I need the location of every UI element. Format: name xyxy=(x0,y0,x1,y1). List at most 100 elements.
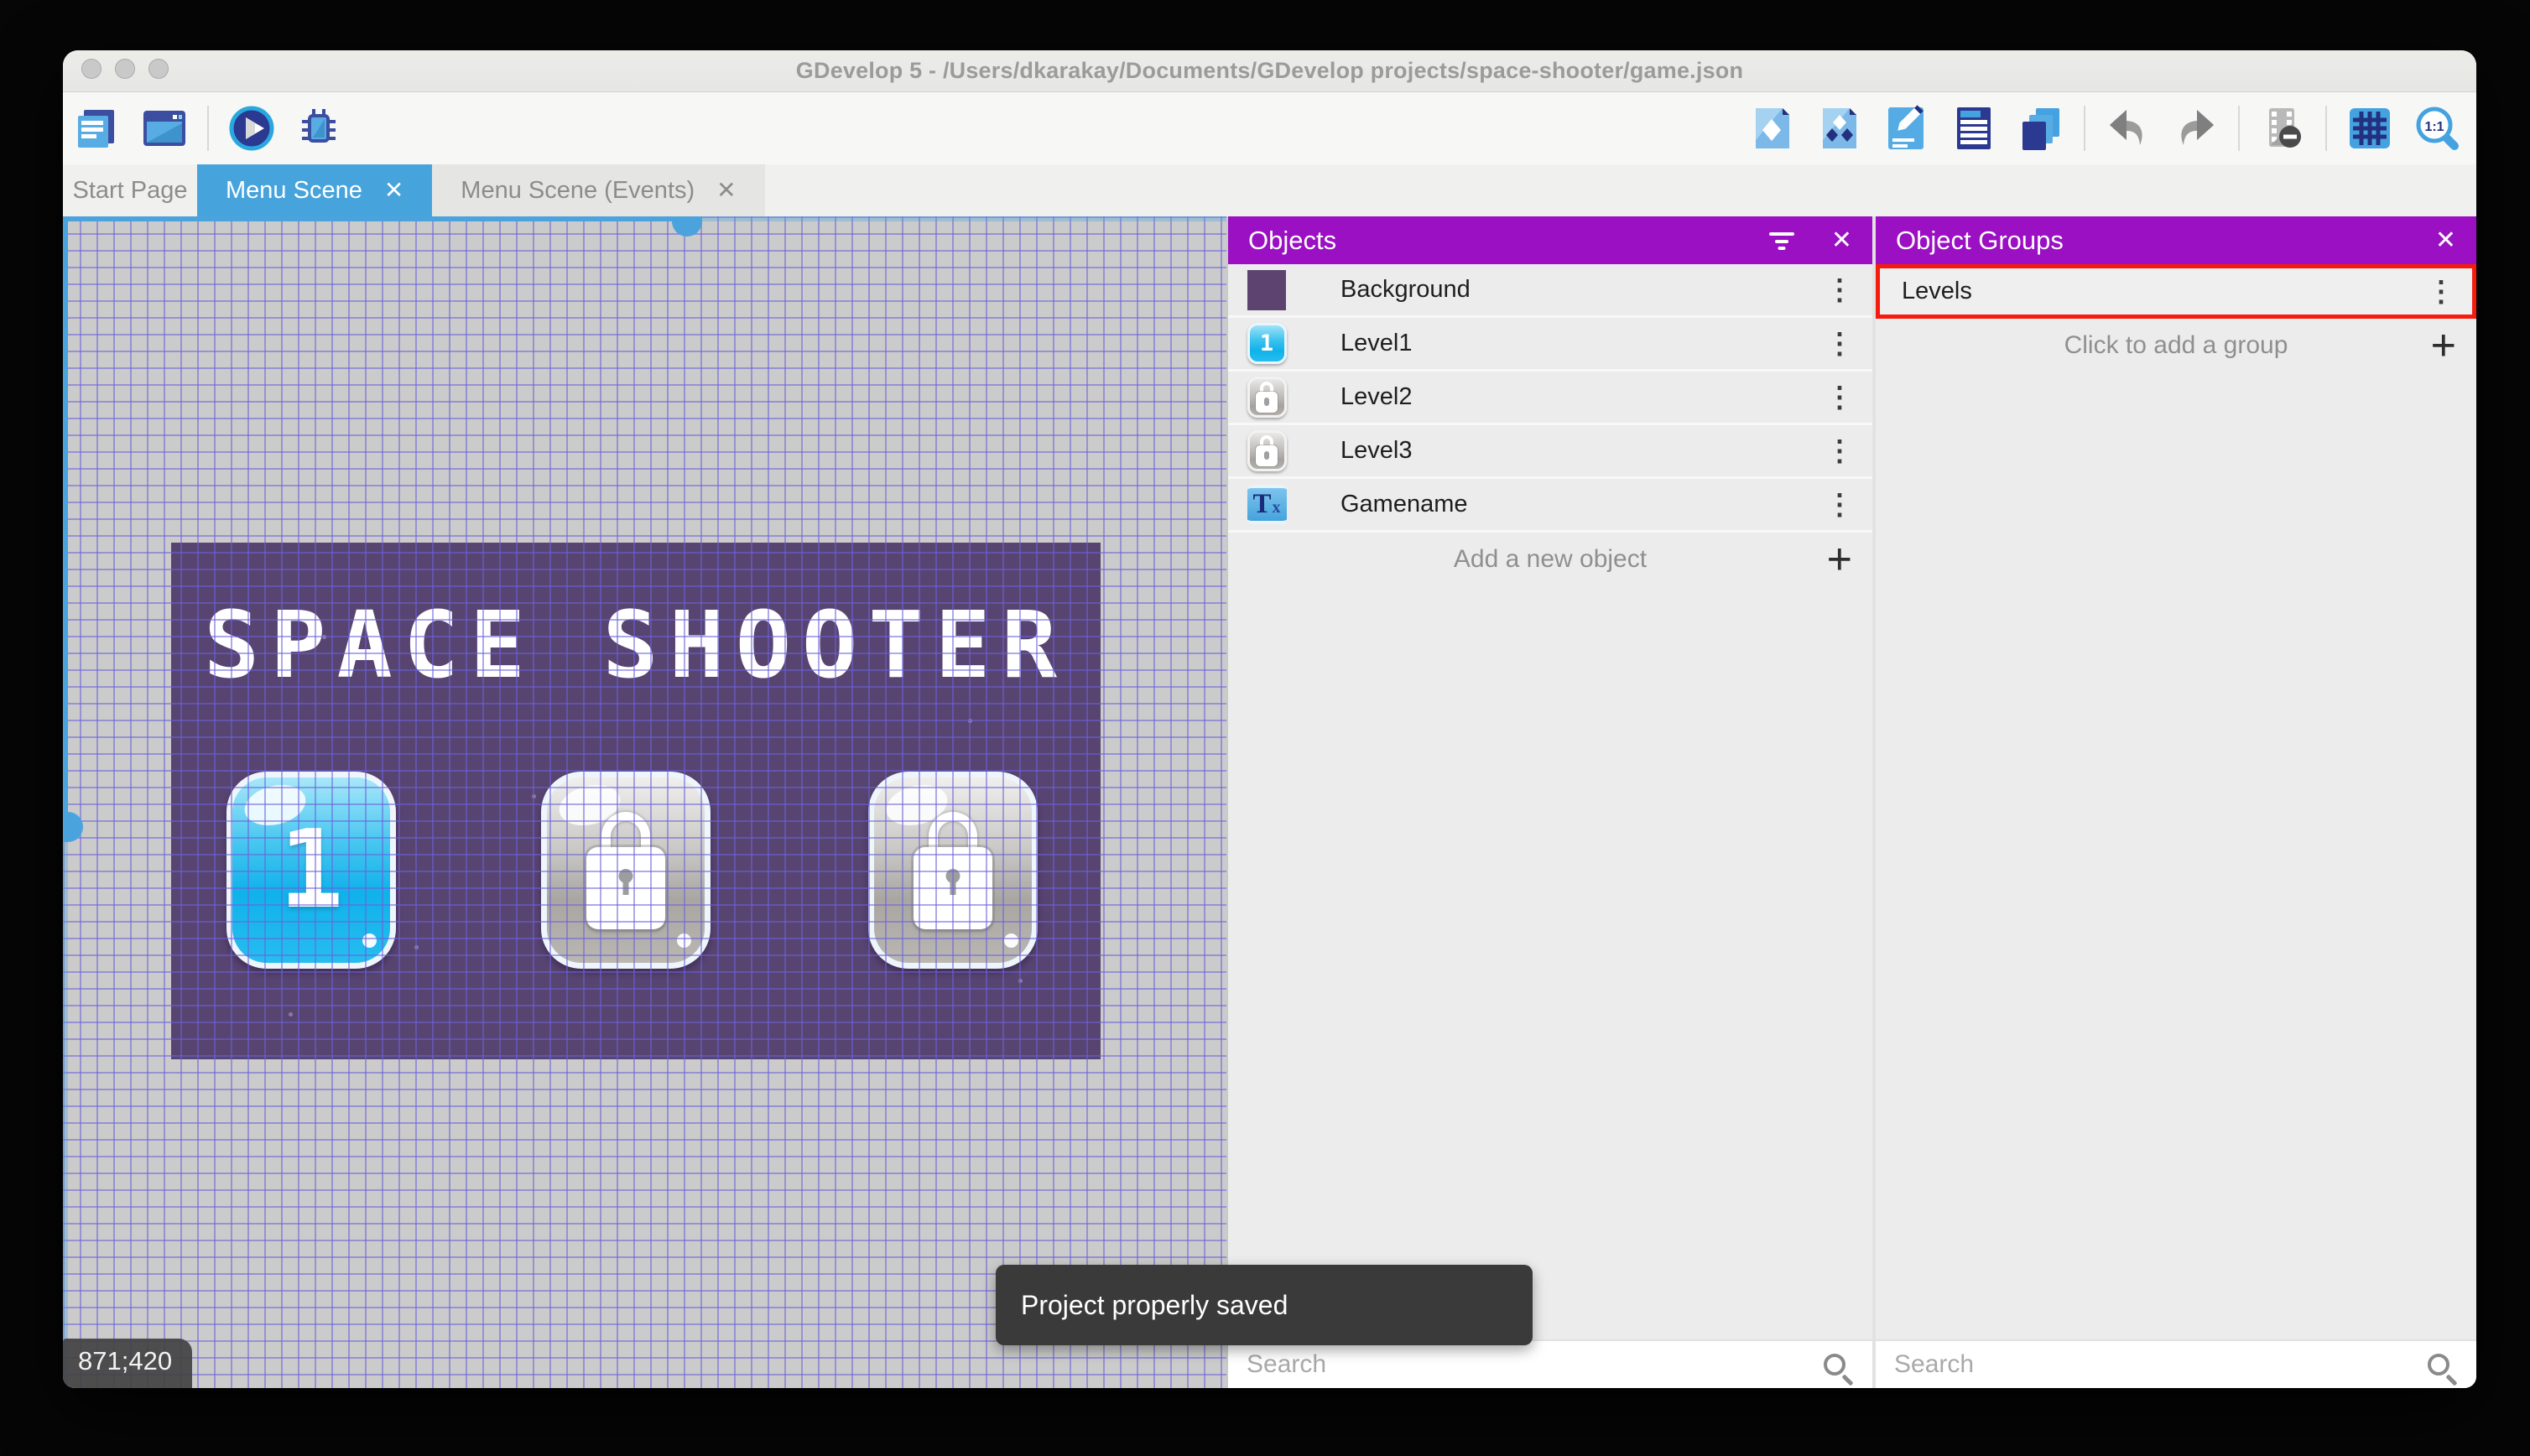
object-label: Level1 xyxy=(1340,330,1413,356)
gloss-dot xyxy=(677,933,691,948)
object-groups-panel: Object Groups ✕ Levels ⋮ Click to add a … xyxy=(1876,216,2476,1388)
search-icon xyxy=(1824,1354,1845,1375)
kebab-menu-icon[interactable]: ⋮ xyxy=(2427,275,2455,309)
cursor-coordinates: 871;420 xyxy=(63,1339,193,1388)
project-manager-icon[interactable] xyxy=(73,104,122,153)
tab-start-page[interactable]: Start Page xyxy=(63,164,197,216)
undo-icon[interactable] xyxy=(2104,104,2153,153)
scene-stars xyxy=(171,543,175,547)
zoom-1-1-label: 1:1 xyxy=(2424,120,2444,134)
object-row-level3[interactable]: Level3 ⋮ xyxy=(1228,425,1872,479)
objects-search-input[interactable] xyxy=(1247,1350,1824,1379)
groups-search-bar xyxy=(1876,1339,2476,1388)
object-groups-panel-title: Object Groups xyxy=(1896,225,2064,255)
toolbar-separator xyxy=(2084,106,2085,151)
object-row-level1[interactable]: 1 Level1 ⋮ xyxy=(1228,318,1872,372)
object-groups-editor-icon[interactable] xyxy=(1815,104,1864,153)
add-object-label: Add a new object xyxy=(1453,545,1648,573)
level1-button-instance[interactable]: 1 xyxy=(226,772,396,969)
objects-panel-empty-area xyxy=(1228,586,1872,1339)
grid-icon[interactable] xyxy=(2345,104,2394,153)
horizontal-scrollbar[interactable] xyxy=(63,216,686,221)
toolbar-left xyxy=(73,104,343,153)
window-title: GDevelop 5 - /Users/dkarakay/Documents/G… xyxy=(795,58,1744,83)
level3-button-instance[interactable] xyxy=(868,772,1038,969)
redo-icon[interactable] xyxy=(2171,104,2220,153)
zoom-window-button[interactable] xyxy=(148,59,169,79)
close-icon[interactable]: ✕ xyxy=(384,179,403,202)
level3-thumbnail xyxy=(1247,430,1287,471)
kebab-menu-icon[interactable]: ⋮ xyxy=(1825,327,1854,361)
objects-search-bar xyxy=(1228,1339,1872,1388)
background-thumbnail xyxy=(1247,269,1287,310)
tab-label: Start Page xyxy=(72,176,188,204)
toolbar-separator xyxy=(2238,106,2240,151)
group-row-levels-highlighted[interactable]: Levels ⋮ xyxy=(1876,264,2476,319)
tab-menu-scene[interactable]: Menu Scene ✕ xyxy=(197,164,433,216)
filmstrip-minus-icon[interactable] xyxy=(2258,104,2307,153)
object-label: Background xyxy=(1340,276,1471,303)
debug-bug-icon[interactable] xyxy=(294,104,343,153)
kebab-menu-icon[interactable]: ⋮ xyxy=(1825,381,1854,414)
scene-editor-canvas[interactable]: SPACE SHOOTER 1 871;420 xyxy=(63,216,1226,1388)
groups-search-input[interactable] xyxy=(1894,1350,2428,1379)
gloss-dot xyxy=(362,933,377,948)
scene-window-icon[interactable] xyxy=(140,104,189,153)
close-icon[interactable]: ✕ xyxy=(1831,227,1852,253)
toolbar: 1:1 xyxy=(63,92,2476,164)
tab-label: Menu Scene (Events) xyxy=(461,176,695,204)
horizontal-scrollbar-track[interactable] xyxy=(686,216,1226,221)
toast-message: Project properly saved xyxy=(1021,1289,1288,1320)
play-preview-icon[interactable] xyxy=(227,104,276,153)
toolbar-separator xyxy=(2325,106,2327,151)
object-label: Gamename xyxy=(1340,491,1468,517)
gdevelop-window: GDevelop 5 - /Users/dkarakay/Documents/G… xyxy=(63,50,2476,1388)
zoom-1-1-icon[interactable]: 1:1 xyxy=(2413,104,2461,153)
vertical-scrollbar-track[interactable] xyxy=(63,826,68,1388)
object-groups-panel-header: Object Groups ✕ xyxy=(1876,216,2476,264)
level2-button-instance[interactable] xyxy=(541,772,711,969)
object-row-level2[interactable]: Level2 ⋮ xyxy=(1228,372,1872,425)
groups-panel-empty-area xyxy=(1876,372,2476,1339)
properties-pencil-icon[interactable] xyxy=(1882,104,1931,153)
gamename-thumbnail: Tx xyxy=(1247,485,1287,525)
group-label: Levels xyxy=(1902,278,1972,304)
minimize-window-button[interactable] xyxy=(115,59,135,79)
horizontal-scrollbar-thumb[interactable] xyxy=(672,216,702,237)
close-window-button[interactable] xyxy=(81,59,102,79)
object-row-gamename[interactable]: Tx Gamename ⋮ xyxy=(1228,479,1872,533)
save-toast: Project properly saved xyxy=(996,1265,1533,1345)
objects-panel-header: Objects ✕ xyxy=(1228,216,1872,264)
toolbar-right: 1:1 xyxy=(1748,104,2461,153)
objects-editor-icon[interactable] xyxy=(1748,104,1797,153)
toolbar-separator xyxy=(207,106,209,151)
gloss-dot xyxy=(1004,933,1018,948)
scene-title-text[interactable]: SPACE SHOOTER xyxy=(171,591,1101,699)
add-group-row[interactable]: Click to add a group + xyxy=(1876,319,2476,372)
kebab-menu-icon[interactable]: ⋮ xyxy=(1825,273,1854,307)
objects-panel-title: Objects xyxy=(1248,225,1337,255)
titlebar: GDevelop 5 - /Users/dkarakay/Documents/G… xyxy=(63,50,2476,92)
tab-label: Menu Scene xyxy=(226,176,362,204)
traffic-lights xyxy=(81,59,169,79)
scene-background-instance[interactable]: SPACE SHOOTER 1 xyxy=(171,543,1101,1059)
level2-thumbnail xyxy=(1247,377,1287,418)
add-group-label: Click to add a group xyxy=(2064,331,2288,359)
main-area: SPACE SHOOTER 1 871;420 Objects ✕ Backgr… xyxy=(63,216,2476,1388)
kebab-menu-icon[interactable]: ⋮ xyxy=(1825,488,1854,522)
level1-thumbnail: 1 xyxy=(1247,323,1287,364)
object-label: Level2 xyxy=(1340,383,1413,410)
tab-menu-scene-events[interactable]: Menu Scene (Events) ✕ xyxy=(432,164,765,216)
vertical-scrollbar-thumb[interactable] xyxy=(63,812,83,842)
add-object-row[interactable]: Add a new object + xyxy=(1228,533,1872,586)
tab-bar: Start Page Menu Scene ✕ Menu Scene (Even… xyxy=(63,164,2476,216)
close-icon[interactable]: ✕ xyxy=(716,179,736,202)
instances-list-icon[interactable] xyxy=(1950,104,1998,153)
filter-icon[interactable] xyxy=(1767,231,1796,251)
close-icon[interactable]: ✕ xyxy=(2435,227,2456,253)
object-label: Level3 xyxy=(1340,437,1413,464)
vertical-scrollbar[interactable] xyxy=(63,216,68,826)
kebab-menu-icon[interactable]: ⋮ xyxy=(1825,434,1854,468)
object-row-background[interactable]: Background ⋮ xyxy=(1228,264,1872,318)
layers-icon[interactable] xyxy=(2017,104,2065,153)
